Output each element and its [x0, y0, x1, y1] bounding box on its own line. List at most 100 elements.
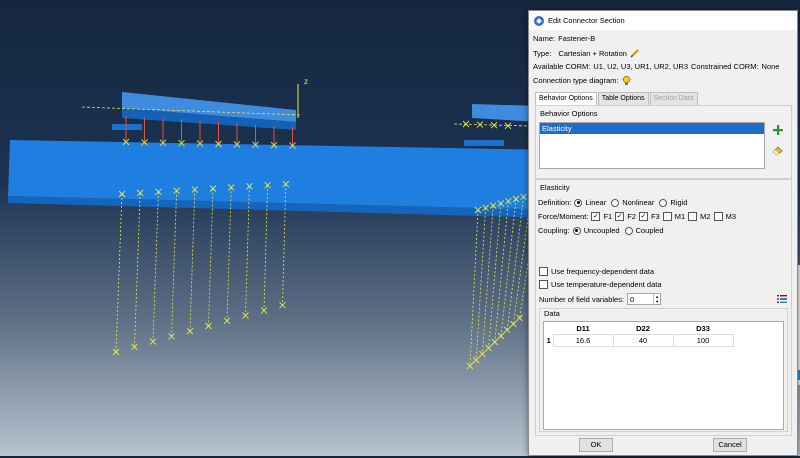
behavior-options-label: Behavior Options [538, 109, 600, 118]
data-group: Data D11 D22 D33 1 16.6 40 100 [539, 308, 788, 432]
force-moment-label: Force/Moment: [538, 212, 589, 221]
f2-label: F2 [627, 212, 636, 221]
constrained-value: None [761, 62, 780, 71]
ok-button[interactable]: OK [579, 438, 613, 452]
behavior-item-elasticity[interactable]: Elasticity [540, 123, 764, 134]
type-label: Type: [533, 48, 552, 58]
dialog-tabs: Behavior Options Table Options Section D… [535, 92, 699, 105]
diagram-row: Connection type diagram: [533, 75, 632, 86]
behavior-options-group: Behavior Options Elasticity [535, 105, 792, 179]
type-value: Cartesian + Rotation [558, 48, 627, 58]
name-row: Name: Fastener-B [533, 34, 595, 43]
f1-label: F1 [603, 212, 613, 221]
elasticity-group: Elasticity Definition: Linear Nonlinear … [535, 179, 792, 436]
tab-behavior-options[interactable]: Behavior Options [535, 92, 597, 105]
fastener-line [152, 191, 159, 342]
definition-rigid-label: Rigid [670, 198, 688, 207]
elasticity-label: Elasticity [538, 183, 572, 192]
temp-dep-checkbox[interactable] [539, 280, 548, 289]
definition-label: Definition: [538, 198, 572, 207]
table-row: 1 16.6 40 100 [545, 334, 734, 347]
header-d22[interactable]: D22 [613, 323, 673, 335]
behavior-list[interactable]: Elasticity [539, 122, 765, 169]
corm-row: Available CORM: U1, U2, U3, UR1, UR2, UR… [533, 62, 779, 71]
coupling-uncoupled-radio[interactable] [572, 226, 581, 235]
cell-d22[interactable]: 40 [612, 334, 674, 347]
tab-table-options[interactable]: Table Options [597, 92, 649, 105]
temp-dep-row: Use temperature-dependent data [539, 280, 662, 289]
add-icon[interactable] [772, 124, 784, 136]
f2-checkbox[interactable]: ✓ [615, 212, 625, 221]
freq-dep-row: Use frequency-dependent data [539, 267, 654, 276]
pencil-icon[interactable] [630, 48, 640, 58]
fastener-line [208, 188, 214, 327]
axis-z-label: z [304, 77, 308, 86]
force-moment-row: Force/Moment: ✓ F1 ✓ F2 ✓ F3 M1 M2 M3 [538, 212, 736, 221]
fastener-line [475, 207, 486, 361]
fastener-line [115, 193, 123, 353]
field-vars-spinner[interactable]: 0 ▲ ▼ [627, 293, 662, 305]
name-value: Fastener-B [558, 34, 596, 43]
type-row: Type: Cartesian + Rotation [533, 48, 640, 58]
field-vars-label: Number of field variables: [539, 294, 625, 304]
coupling-label: Coupling: [538, 226, 570, 235]
data-label: Data [542, 309, 562, 318]
spinner-arrows-icon[interactable]: ▲ ▼ [653, 294, 660, 304]
data-table-container[interactable]: D11 D22 D33 1 16.6 40 100 [543, 321, 784, 430]
definition-linear-radio[interactable] [574, 198, 583, 207]
freq-dep-checkbox[interactable] [539, 267, 548, 276]
freq-dep-label: Use frequency-dependent data [551, 267, 654, 276]
table-header-row: D11 D22 D33 [545, 323, 733, 335]
table-corner-cell [545, 323, 553, 335]
m1-label: M1 [674, 212, 686, 221]
name-label: Name: [533, 34, 556, 43]
definition-row: Definition: Linear Nonlinear Rigid [538, 198, 687, 207]
cell-d33[interactable]: 100 [672, 334, 734, 347]
cell-d11[interactable]: 16.6 [552, 334, 614, 347]
m1-checkbox[interactable] [662, 212, 672, 221]
fastener-line [171, 190, 177, 337]
m3-label: M3 [725, 212, 736, 221]
table-options-icon[interactable] [777, 294, 787, 304]
f1-checkbox[interactable]: ✓ [591, 212, 601, 221]
definition-linear-label: Linear [585, 198, 607, 207]
cancel-button[interactable]: Cancel [713, 438, 747, 452]
dialog-titlebar[interactable]: Edit Connector Section [529, 11, 797, 30]
data-table: D11 D22 D33 1 16.6 40 100 [545, 323, 734, 347]
beam-flange-right [464, 140, 504, 146]
header-d33[interactable]: D33 [673, 323, 733, 335]
header-d11[interactable]: D11 [553, 323, 613, 335]
corm-label: Available CORM: [533, 62, 591, 71]
dialog-title: Edit Connector Section [548, 16, 625, 25]
tab-section-data[interactable]: Section Data [649, 92, 698, 105]
diagram-label: Connection type diagram: [533, 76, 619, 85]
field-vars-row: Number of field variables: 0 ▲ ▼ [539, 293, 662, 305]
fastener-line [134, 192, 141, 347]
definition-rigid-radio[interactable] [659, 198, 668, 207]
fastener-line [488, 203, 502, 349]
f3-checkbox[interactable]: ✓ [638, 212, 648, 221]
fastener-line [469, 209, 479, 367]
coupling-coupled-radio[interactable] [624, 226, 633, 235]
lightbulb-icon[interactable] [621, 75, 632, 86]
app-icon [534, 15, 544, 26]
fastener-line [494, 201, 509, 343]
definition-nonlinear-label: Nonlinear [622, 198, 655, 207]
edit-connector-section-dialog: Edit Connector Section Name: Fastener-B … [528, 10, 798, 456]
coupling-uncoupled-label: Uncoupled [583, 226, 620, 235]
f3-label: F3 [650, 212, 660, 221]
beam-flange-left [112, 124, 142, 130]
fastener-line [500, 198, 517, 337]
definition-nonlinear-radio[interactable] [611, 198, 620, 207]
m3-checkbox[interactable] [713, 212, 723, 221]
corm-value: U1, U2, U3, UR1, UR2, UR3 [593, 62, 689, 71]
constrained-label: Constrained CORM: [691, 62, 759, 71]
field-vars-value: 0 [630, 294, 635, 304]
m2-checkbox[interactable] [688, 212, 698, 221]
fastener-line [189, 189, 196, 332]
coupling-row: Coupling: Uncoupled Coupled [538, 226, 664, 235]
coupling-coupled-label: Coupled [635, 226, 664, 235]
eraser-icon[interactable] [772, 144, 784, 156]
row-index: 1 [546, 336, 551, 345]
m2-label: M2 [700, 212, 711, 221]
